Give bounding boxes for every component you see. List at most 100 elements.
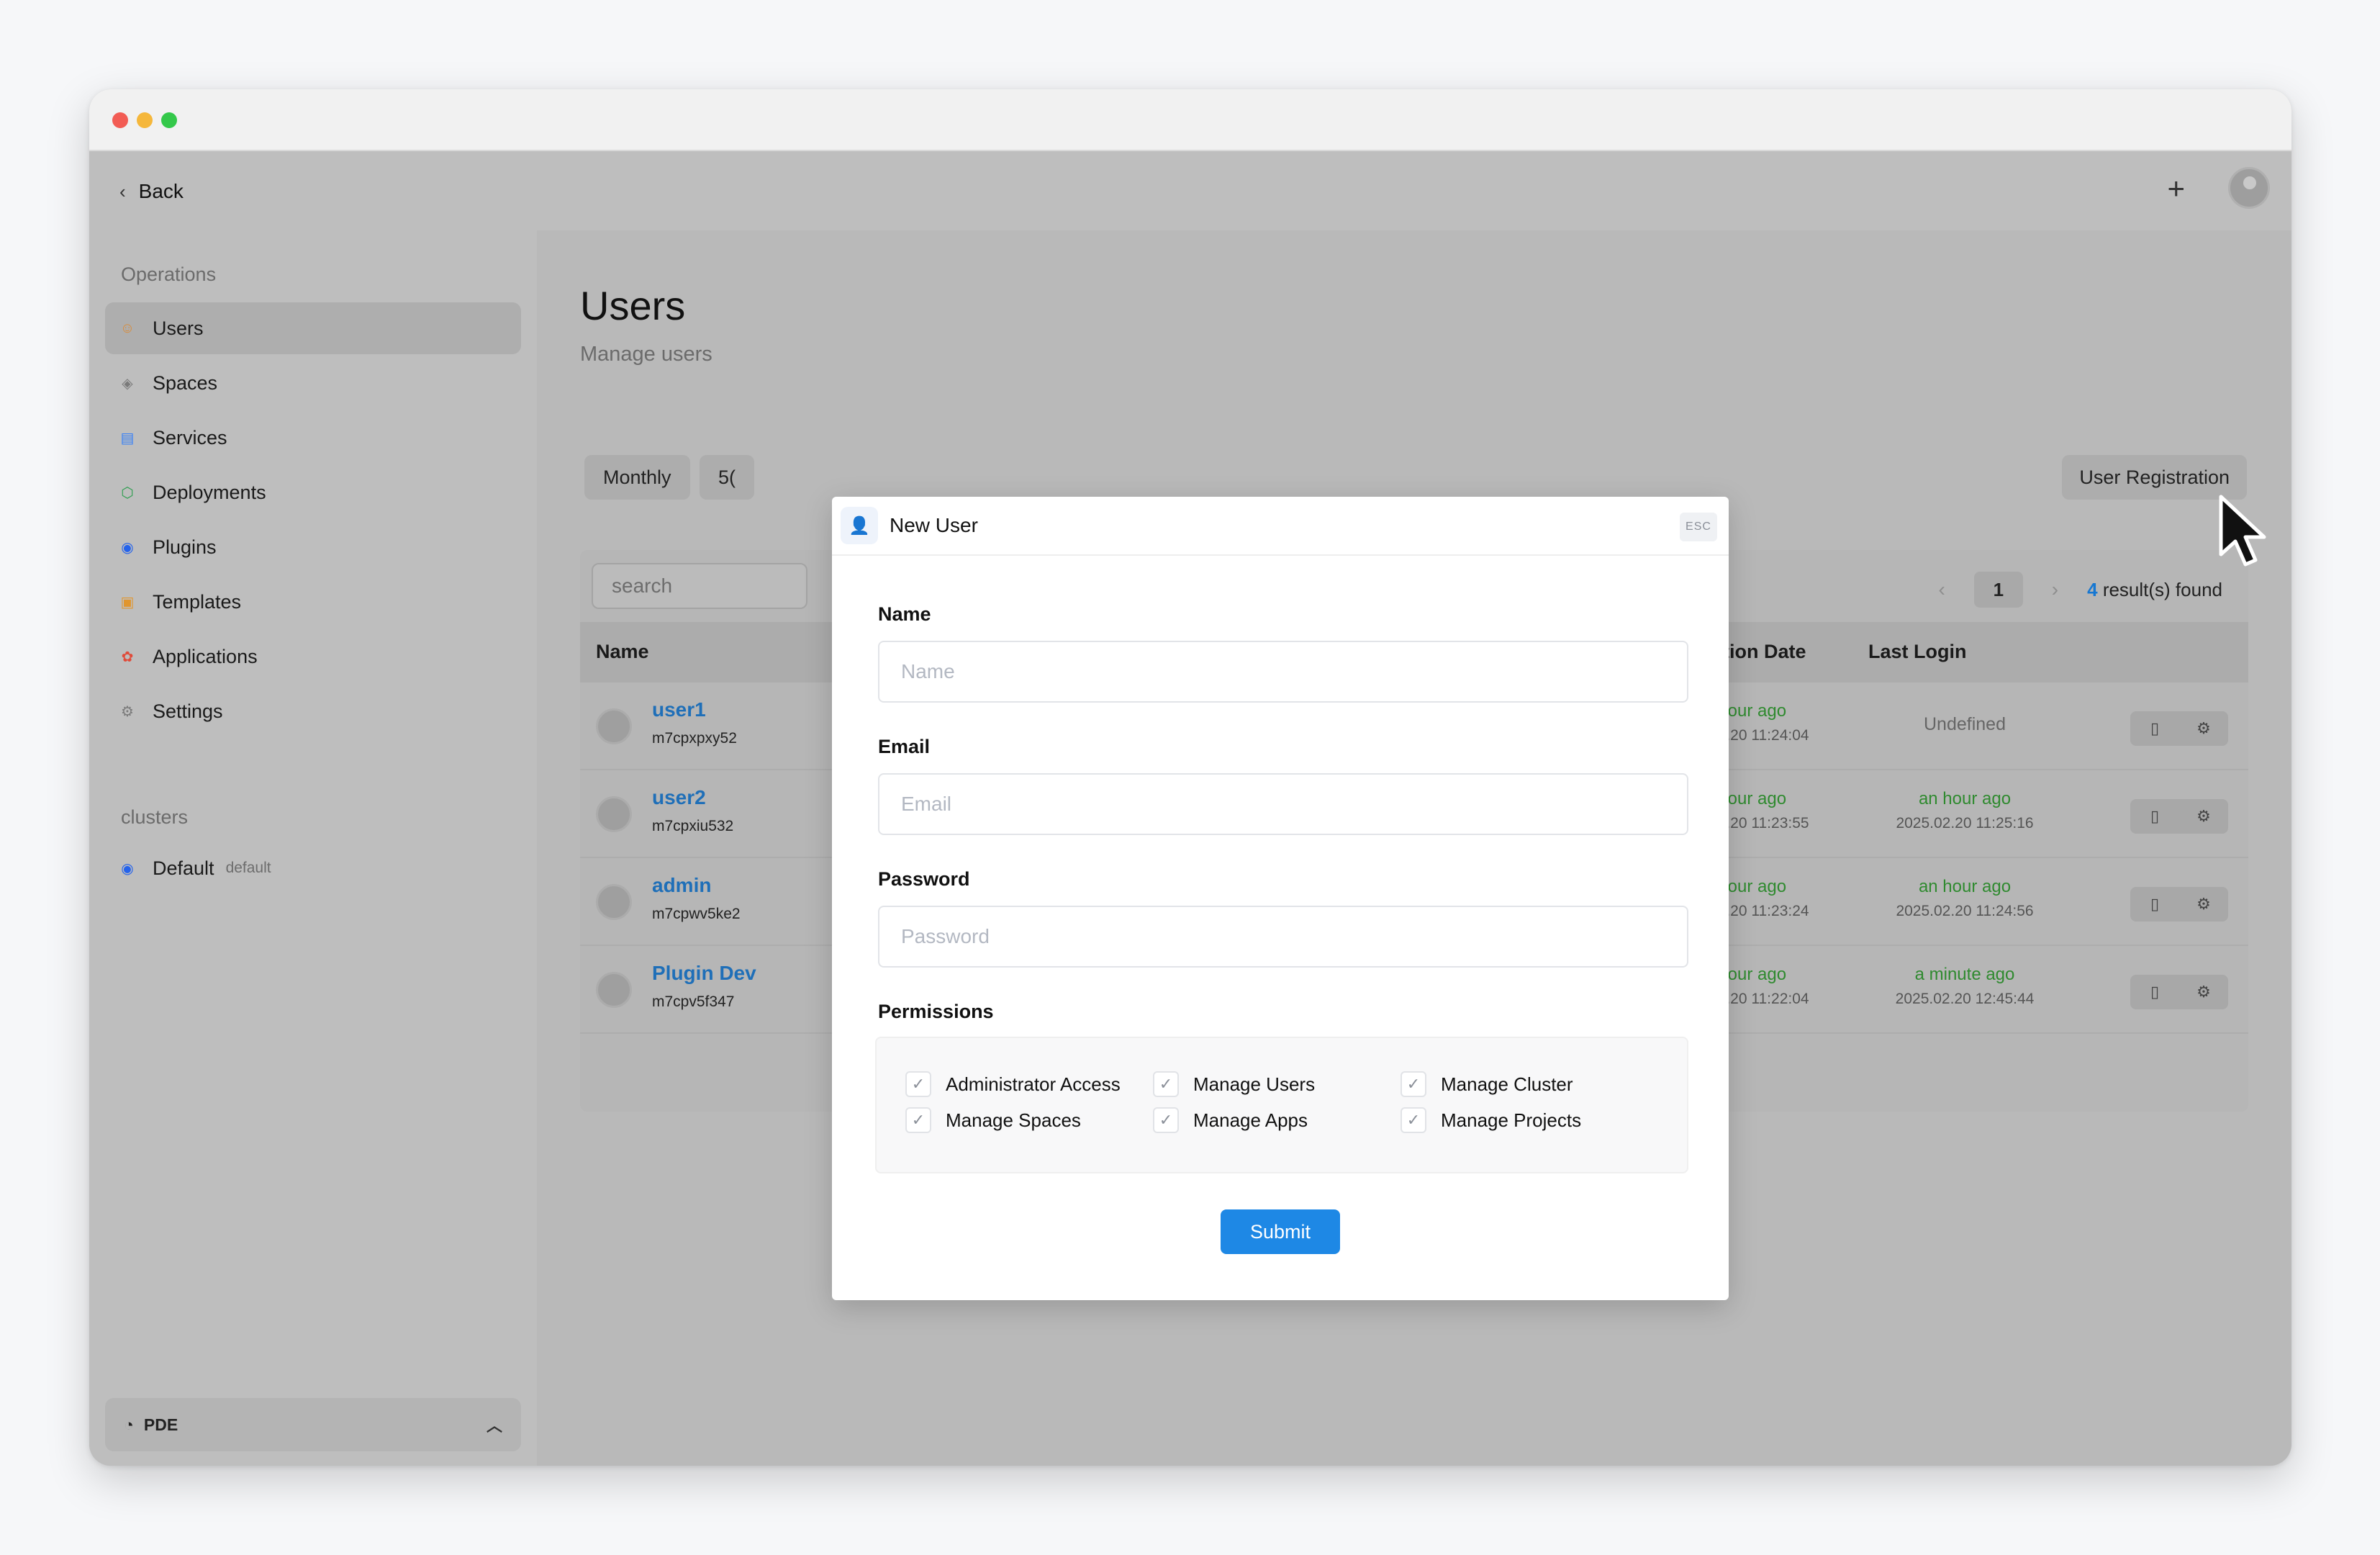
users-icon: ☺ (119, 320, 135, 336)
permission-label: Manage Spaces (946, 1109, 1081, 1131)
workspace-switcher[interactable]: ◔ PDE ︿ (105, 1398, 521, 1451)
name-field[interactable] (878, 641, 1688, 703)
top-bar: ‹ Back + (89, 151, 2291, 230)
user-avatar[interactable] (2228, 167, 2270, 209)
permission-manage-spaces[interactable]: ✓ Manage Spaces (905, 1107, 1081, 1133)
permissions-label: Permissions (878, 1001, 994, 1022)
new-user-dialog: 👤 New User ESC Name Email Password Permi… (832, 497, 1729, 1300)
permission-label: Manage Cluster (1441, 1073, 1573, 1095)
permission-label: Manage Apps (1193, 1109, 1308, 1131)
sidebar-item-label: Plugins (153, 536, 217, 558)
cluster-sublabel: default (225, 860, 271, 876)
workspace-label: PDE (143, 1415, 178, 1434)
last-login-relative: an hour ago (1918, 877, 2012, 896)
window-icon: ▤ (120, 430, 135, 446)
document-icon[interactable]: ▯ (2130, 799, 2179, 834)
maximize-window-button[interactable] (161, 112, 177, 128)
document-icon[interactable]: ▯ (2130, 711, 2179, 746)
close-window-button[interactable] (112, 112, 128, 128)
sidebar-item-settings[interactable]: ⚙ Settings (105, 685, 521, 737)
chevron-up-icon: ︿ (486, 1417, 502, 1435)
user-plus-icon: 👤 (841, 507, 878, 544)
user-name-link[interactable]: admin (652, 874, 711, 897)
last-login-cell: Undefined (1850, 714, 2080, 735)
sidebar-item-label: Deployments (153, 481, 266, 503)
current-page[interactable]: 1 (1973, 572, 2023, 608)
last-login-absolute: 2025.02.20 11:25:16 (1896, 815, 2034, 831)
sidebar-item-label: Templates (153, 590, 242, 613)
column-name[interactable]: Name (596, 641, 649, 663)
permission-manage-cluster[interactable]: ✓ Manage Cluster (1401, 1071, 1573, 1097)
sidebar-item-services[interactable]: ▤ Services (105, 412, 521, 464)
gear-icon[interactable]: ⚙ (2179, 975, 2228, 1009)
next-page-button[interactable]: › (2052, 578, 2058, 601)
plug-icon: ◉ (121, 539, 134, 556)
gear-icon[interactable]: ⚙ (2179, 799, 2228, 834)
row-actions: ▯ ⚙ (2130, 711, 2228, 746)
prev-page-button[interactable]: ‹ (1938, 578, 1945, 601)
permission-manage-projects[interactable]: ✓ Manage Projects (1401, 1107, 1581, 1133)
user-id: m7cpxiu532 (652, 818, 734, 834)
email-label: Email (878, 736, 931, 757)
page-subtitle: Manage users (580, 343, 712, 366)
document-icon[interactable]: ▯ (2130, 975, 2179, 1009)
last-login-cell: an hour ago 2025.02.20 11:25:16 (1850, 789, 2080, 832)
gear-icon: ⚙ (121, 703, 134, 720)
user-id: m7cpwv5ke2 (652, 906, 741, 922)
dialog-title: New User (890, 514, 978, 536)
sidebar-item-applications[interactable]: ✿ Applications (105, 631, 521, 682)
checkbox-check-icon[interactable]: ✓ (905, 1071, 931, 1097)
last-login-cell: a minute ago 2025.02.20 12:45:44 (1850, 965, 2080, 1008)
gear-icon[interactable]: ⚙ (2179, 711, 2228, 746)
user-name-link[interactable]: Plugin Dev (652, 962, 756, 985)
sidebar-item-label: Services (153, 426, 227, 449)
submit-button[interactable]: Submit (1221, 1209, 1340, 1254)
sidebar-item-deployments[interactable]: ⬡ Deployments (105, 466, 521, 518)
checkbox-check-icon[interactable]: ✓ (1153, 1071, 1179, 1097)
close-dialog-button[interactable]: ESC (1680, 513, 1717, 541)
permissions-group: ✓ Administrator Access ✓ Manage Users ✓ … (875, 1037, 1688, 1173)
sidebar-item-users[interactable]: ☺ Users (105, 302, 521, 354)
checkbox-check-icon[interactable]: ✓ (1153, 1107, 1179, 1133)
back-button[interactable]: ‹ Back (119, 180, 184, 203)
permission-administrator-access[interactable]: ✓ Administrator Access (905, 1071, 1121, 1097)
permission-manage-users[interactable]: ✓ Manage Users (1153, 1071, 1315, 1097)
checkbox-check-icon[interactable]: ✓ (1401, 1071, 1426, 1097)
user-registration-button[interactable]: User Registration (2062, 455, 2247, 500)
minimize-window-button[interactable] (137, 112, 153, 128)
pagination: ‹ 1 › 4 result(s) found (1938, 572, 2222, 608)
sidebar-item-plugins[interactable]: ◉ Plugins (105, 521, 521, 573)
user-name-link[interactable]: user1 (652, 698, 706, 721)
search-input[interactable]: search (592, 563, 807, 609)
tab-partial[interactable]: 5( (700, 455, 755, 500)
add-button[interactable]: + (2167, 171, 2185, 206)
permission-manage-apps[interactable]: ✓ Manage Apps (1153, 1107, 1308, 1133)
avatar (596, 972, 632, 1008)
column-last-login[interactable]: Last Login (1868, 641, 1967, 663)
cube-icon: ⬡ (121, 484, 134, 501)
checkbox-check-icon[interactable]: ✓ (1401, 1107, 1426, 1133)
page-title: Users (580, 283, 686, 328)
avatar (596, 884, 632, 920)
permission-label: Manage Users (1193, 1073, 1316, 1095)
last-login-cell: an hour ago 2025.02.20 11:24:56 (1850, 877, 2080, 920)
sidebar-item-cluster-default[interactable]: ◉ Default default (105, 842, 521, 894)
email-field[interactable] (878, 773, 1688, 835)
cluster-label: Default (153, 857, 214, 879)
dialog-header: 👤 New User ESC (832, 497, 1729, 556)
permission-label: Manage Projects (1441, 1109, 1582, 1131)
tab-monthly[interactable]: Monthly (584, 455, 690, 500)
checkbox-check-icon[interactable]: ✓ (905, 1107, 931, 1133)
sidebar-item-templates[interactable]: ▣ Templates (105, 576, 521, 628)
password-field[interactable] (878, 906, 1688, 968)
name-label: Name (878, 603, 931, 625)
cluster-icon: ◉ (121, 860, 134, 877)
document-icon[interactable]: ▯ (2130, 887, 2179, 921)
sidebar-item-spaces[interactable]: ◈ Spaces (105, 357, 521, 409)
sidebar: Operations ☺ Users ◈ Spaces ▤ Services ⬡… (89, 230, 537, 1466)
user-name-link[interactable]: user2 (652, 786, 706, 809)
gear-icon[interactable]: ⚙ (2179, 887, 2228, 921)
sidebar-section-clusters: clusters (121, 806, 189, 828)
last-login-absolute: 2025.02.20 12:45:44 (1895, 991, 2035, 1007)
avatar (596, 796, 632, 832)
